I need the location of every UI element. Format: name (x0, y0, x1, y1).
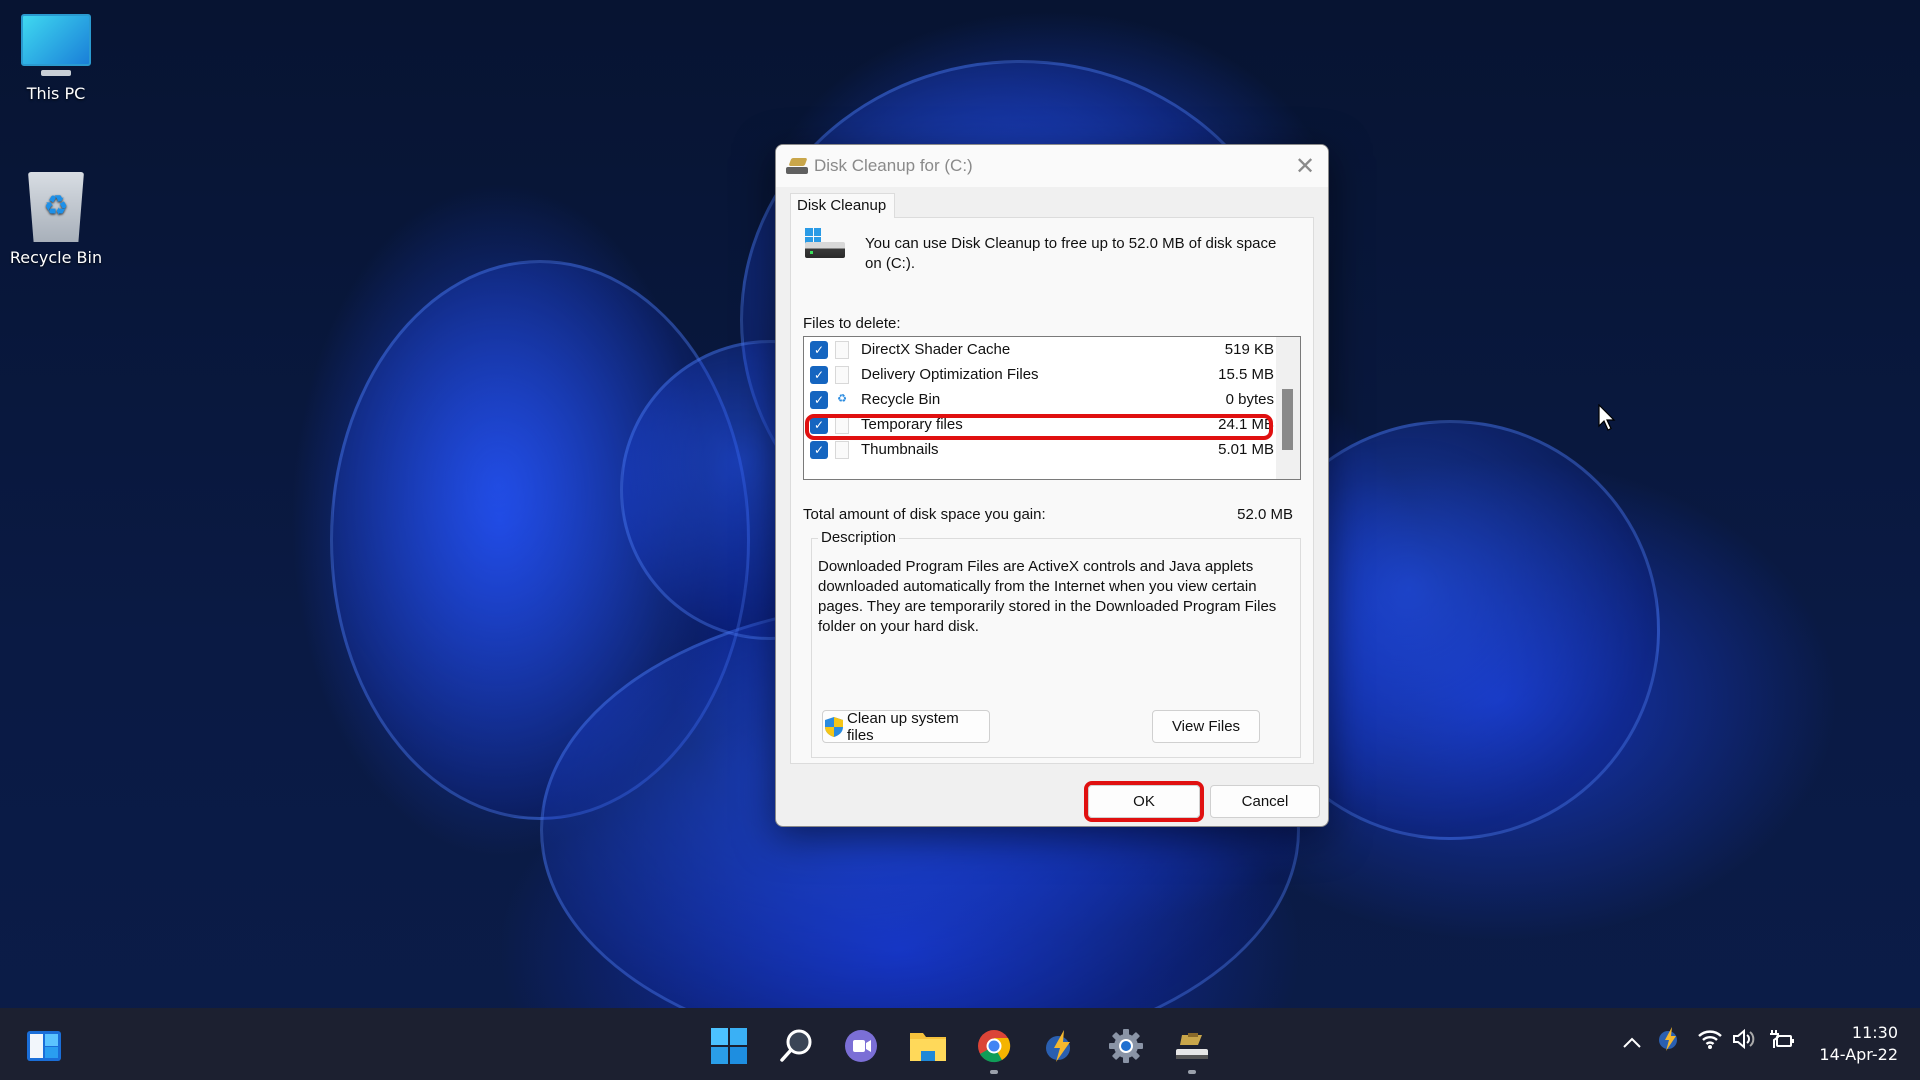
chevron-up-icon (1623, 1037, 1641, 1048)
file-name: Temporary files (861, 416, 963, 433)
chrome-button[interactable] (974, 1026, 1014, 1066)
list-item[interactable]: ✓ Delivery Optimization Files 15.5 MB (804, 362, 1274, 387)
tab-disk-cleanup[interactable]: Disk Cleanup (790, 193, 896, 218)
show-hidden-icons-button[interactable] (1622, 1032, 1642, 1055)
file-size: 519 KB (1224, 341, 1274, 358)
widgets-icon (27, 1031, 61, 1061)
checkbox[interactable]: ✓ (810, 440, 828, 459)
file-explorer-button[interactable] (908, 1026, 948, 1066)
clock-time: 11:30 (1851, 1023, 1898, 1042)
teams-chat-button[interactable] (841, 1026, 881, 1066)
list-item[interactable]: ✓ ♻ Recycle Bin 0 bytes (804, 387, 1274, 412)
battery-charging-icon (1770, 1030, 1794, 1048)
cancel-button[interactable]: Cancel (1210, 785, 1320, 818)
recycle-icon: ♻ (837, 392, 847, 405)
view-files-button[interactable]: View Files (1152, 710, 1260, 743)
tab-strip: Disk Cleanup (776, 187, 1328, 218)
file-size: 15.5 MB (1218, 366, 1274, 383)
running-indicator (990, 1070, 998, 1074)
settings-button[interactable] (1106, 1026, 1146, 1066)
file-name: Recycle Bin (861, 391, 941, 408)
close-icon: ✕ (1294, 152, 1316, 180)
ok-button[interactable]: OK (1088, 785, 1200, 818)
desktop-icon-this-pc[interactable]: This PC (0, 14, 112, 103)
disk-cleanup-app-icon (786, 158, 808, 174)
chat-camera-icon (845, 1030, 877, 1062)
checkbox[interactable]: ✓ (810, 340, 828, 359)
description-legend: Description (818, 529, 900, 546)
files-to-delete-label: Files to delete: (803, 315, 901, 332)
clean-up-system-files-label: Clean up system files (847, 709, 959, 744)
total-gain-row: Total amount of disk space you gain: 52.… (803, 506, 1301, 523)
clock-date: 14-Apr-22 (1819, 1045, 1898, 1064)
intro-row: You can use Disk Cleanup to free up to 5… (803, 228, 1285, 274)
file-icon (835, 365, 849, 384)
tab-panel: You can use Disk Cleanup to free up to 5… (790, 217, 1314, 764)
start-button[interactable] (709, 1026, 749, 1066)
close-button[interactable]: ✕ (1282, 145, 1328, 187)
checkbox[interactable]: ✓ (810, 415, 828, 434)
recycle-bin-icon: ♻ (28, 172, 84, 242)
cancel-label: Cancel (1241, 793, 1289, 810)
lightning-tray-icon (1659, 1027, 1677, 1051)
wifi-icon (1698, 1030, 1722, 1049)
file-icon (835, 415, 849, 434)
desktop-icon-label: Recycle Bin (9, 248, 103, 267)
bolt-app-button[interactable] (1040, 1026, 1080, 1066)
list-item[interactable]: ✓ Thumbnails 5.01 MB (804, 437, 1274, 462)
desktop-icon-recycle-bin[interactable]: ♻ Recycle Bin (0, 172, 112, 267)
description-text: Downloaded Program Files are ActiveX con… (818, 558, 1277, 635)
scrollbar-thumb[interactable] (1282, 389, 1293, 450)
uac-shield-icon (823, 716, 845, 738)
running-indicator (1188, 1070, 1196, 1074)
search-button[interactable] (776, 1026, 816, 1066)
total-gain-value: 52.0 MB (1237, 506, 1293, 523)
gear-icon (1109, 1029, 1143, 1063)
volume-button[interactable] (1732, 1028, 1758, 1056)
file-size: 24.1 MB (1218, 416, 1274, 433)
tray-bolt-app[interactable] (1658, 1026, 1680, 1058)
file-icon (835, 340, 849, 359)
chrome-icon (978, 1030, 1011, 1063)
disk-cleanup-taskbar-button[interactable] (1172, 1026, 1212, 1066)
list-item[interactable]: ✓ DirectX Shader Cache 519 KB (804, 337, 1274, 362)
monitor-icon (21, 14, 91, 76)
cursor-arrow-icon (1598, 403, 1616, 431)
ok-label: OK (1133, 793, 1155, 810)
widgets-button[interactable] (24, 1026, 64, 1066)
dialog-titlebar[interactable]: Disk Cleanup for (C:) ✕ (776, 145, 1328, 187)
disk-cleanup-dialog: Disk Cleanup for (C:) ✕ Disk Cleanup You… (775, 144, 1329, 827)
taskbar: 11:30 14-Apr-22 (0, 1008, 1920, 1080)
file-name: Delivery Optimization Files (861, 366, 1039, 383)
lightning-app-icon (1046, 1030, 1070, 1062)
disk-cleanup-icon (1176, 1033, 1208, 1059)
search-icon (780, 1029, 812, 1062)
file-name: DirectX Shader Cache (861, 341, 1011, 358)
description-group: Description Downloaded Program Files are… (811, 529, 1301, 758)
file-icon (835, 440, 849, 459)
list-item[interactable]: ✓ Temporary files 24.1 MB (804, 412, 1274, 437)
clock[interactable]: 11:30 14-Apr-22 (1819, 1022, 1898, 1066)
list-scrollbar[interactable] (1276, 337, 1300, 479)
speaker-icon (1733, 1028, 1755, 1050)
network-button[interactable] (1697, 1028, 1723, 1056)
drive-icon (803, 228, 847, 264)
total-gain-label: Total amount of disk space you gain: (803, 506, 1046, 523)
battery-button[interactable] (1768, 1028, 1796, 1056)
file-size: 5.01 MB (1218, 441, 1274, 458)
checkbox[interactable]: ✓ (810, 390, 828, 409)
view-files-label: View Files (1171, 718, 1241, 735)
file-name: Thumbnails (861, 441, 939, 458)
intro-text: You can use Disk Cleanup to free up to 5… (865, 235, 1277, 272)
windows-logo-icon (711, 1028, 747, 1064)
checkbox[interactable]: ✓ (810, 365, 828, 384)
files-list[interactable]: ✓ DirectX Shader Cache 519 KB ✓ Delivery… (803, 336, 1301, 480)
desktop-icon-label: This PC (26, 84, 86, 103)
folder-icon (910, 1033, 946, 1061)
clean-up-system-files-button[interactable]: Clean up system files (822, 709, 990, 744)
dialog-title: Disk Cleanup for (C:) (814, 156, 973, 175)
file-size: 0 bytes (1225, 391, 1274, 408)
